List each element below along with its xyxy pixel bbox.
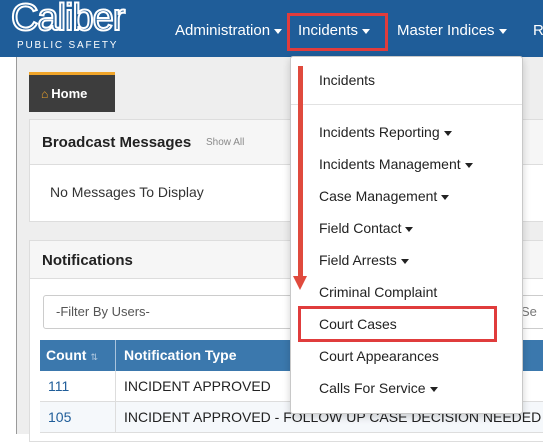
menu-item-label: Case Management bbox=[319, 188, 438, 204]
menu-item-incidents-reporting[interactable]: Incidents Reporting bbox=[319, 124, 452, 140]
caret-down-icon bbox=[441, 194, 450, 200]
menu-item-criminal-complaint[interactable]: Criminal Complaint bbox=[319, 284, 437, 300]
menu-item-incidents-management[interactable]: Incidents Management bbox=[319, 156, 473, 172]
court-cases-highlight bbox=[298, 306, 497, 342]
menu-item-field-arrests[interactable]: Field Arrests bbox=[319, 252, 409, 268]
caret-down-icon bbox=[400, 258, 409, 264]
caret-down-icon bbox=[405, 226, 414, 232]
menu-item-label: Field Contact bbox=[319, 220, 402, 236]
notification-type-column-header[interactable]: Notification Type bbox=[124, 340, 237, 371]
nav-truncated-label: R bbox=[533, 22, 543, 39]
caliber-logo[interactable]: Caliber PUBLIC SAFETY bbox=[0, 0, 165, 57]
notification-type-header-label: Notification Type bbox=[124, 347, 237, 363]
broadcast-title: Broadcast Messages bbox=[42, 134, 192, 151]
menu-item-label: Incidents bbox=[319, 72, 376, 88]
menu-item-calls-for-service[interactable]: Calls For Service bbox=[319, 380, 438, 396]
incidents-nav-highlight bbox=[287, 13, 388, 51]
nav-truncated-item[interactable]: R bbox=[533, 22, 543, 39]
menu-item-label: Field Arrests bbox=[319, 252, 397, 268]
menu-item-court-appearances[interactable]: Court Appearances bbox=[319, 348, 439, 364]
caret-down-icon bbox=[464, 162, 473, 168]
top-navbar: Caliber PUBLIC SAFETY Administration Inc… bbox=[0, 0, 543, 57]
menu-item-field-contact[interactable]: Field Contact bbox=[319, 220, 414, 236]
row-divider bbox=[115, 402, 116, 432]
nav-master-indices-label: Master Indices bbox=[397, 22, 495, 39]
left-gutter bbox=[0, 57, 16, 434]
nav-administration[interactable]: Administration bbox=[175, 22, 283, 39]
header-divider bbox=[115, 340, 116, 371]
nav-master-indices[interactable]: Master Indices bbox=[397, 22, 507, 39]
row-divider bbox=[115, 371, 116, 402]
logo-tagline: PUBLIC SAFETY bbox=[17, 40, 119, 51]
caret-down-icon bbox=[443, 130, 452, 136]
count-header-label: Count bbox=[46, 347, 87, 363]
row-notification-type: INCIDENT APPROVED bbox=[124, 378, 271, 394]
menu-item-incidents[interactable]: Incidents bbox=[319, 72, 375, 88]
home-tab[interactable]: ⌂ Home bbox=[29, 72, 115, 112]
menu-item-label: Criminal Complaint bbox=[319, 284, 438, 300]
annotation-arrow-head bbox=[293, 276, 307, 290]
logo-wordmark: Caliber bbox=[10, 0, 126, 40]
caret-down-icon bbox=[274, 28, 283, 34]
show-all-link[interactable]: Show All bbox=[206, 137, 244, 148]
menu-item-label: Incidents Management bbox=[319, 156, 461, 172]
row-count[interactable]: 111 bbox=[48, 371, 69, 402]
menu-item-label: Court Appearances bbox=[319, 348, 439, 364]
menu-divider bbox=[291, 104, 522, 105]
annotation-arrow-shaft bbox=[298, 66, 303, 278]
home-icon: ⌂ bbox=[41, 87, 49, 101]
menu-item-case-management[interactable]: Case Management bbox=[319, 188, 450, 204]
menu-item-label: Calls For Service bbox=[319, 380, 426, 396]
incidents-dropdown-menu: Incidents Incidents Reporting Incidents … bbox=[290, 56, 523, 414]
row-count[interactable]: 105 bbox=[48, 402, 71, 432]
sort-icon: ⇅ bbox=[90, 352, 98, 362]
home-tab-label: Home bbox=[51, 86, 88, 101]
caret-down-icon bbox=[429, 386, 438, 392]
no-messages-text: No Messages To Display bbox=[50, 184, 204, 200]
notifications-title: Notifications bbox=[42, 252, 133, 269]
count-column-header[interactable]: Count ⇅ bbox=[46, 340, 98, 371]
caret-down-icon bbox=[498, 28, 507, 34]
nav-administration-label: Administration bbox=[175, 22, 271, 39]
menu-item-label: Incidents Reporting bbox=[319, 124, 440, 140]
